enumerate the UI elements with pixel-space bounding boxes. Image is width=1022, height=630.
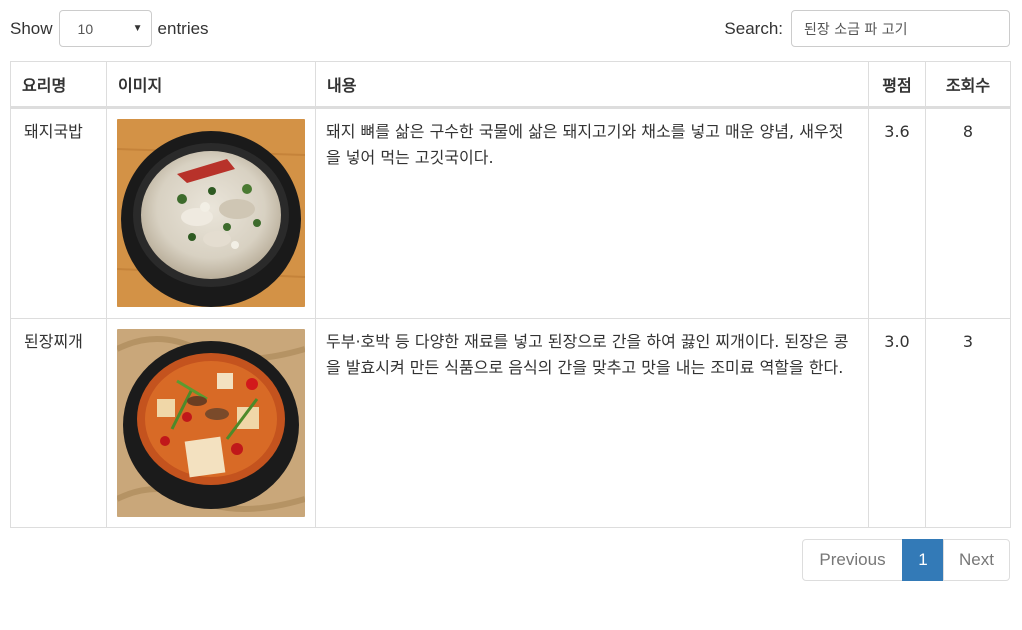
next-page-button[interactable]: Next — [943, 539, 1010, 581]
dish-rating: 3.6 — [868, 107, 926, 319]
previous-page-button[interactable]: Previous — [802, 539, 903, 581]
table-row: 돼지국밥 돼지 뼈를 삶은 구수한 국물에 삶은 돼지고기와 채소를 넣고 매운… — [10, 107, 1011, 319]
entries-select-value: 10 — [77, 20, 94, 37]
page-1-button[interactable]: 1 — [902, 539, 944, 581]
dish-description: 두부·호박 등 다양한 재료를 넣고 된장으로 간을 하여 끓인 찌개이다. 된… — [315, 318, 869, 528]
pork-soup-photo — [117, 119, 305, 307]
column-header-image[interactable]: 이미지 — [106, 61, 316, 109]
entries-length-control: Show 10 ▼ entries — [10, 10, 209, 47]
dish-views: 8 — [925, 107, 1011, 319]
column-header-description[interactable]: 내용 — [315, 61, 869, 109]
dish-description: 돼지 뼈를 삶은 구수한 국물에 삶은 돼지고기와 채소를 넣고 매운 양념, … — [315, 107, 869, 319]
dish-name: 돼지국밥 — [10, 107, 107, 319]
entries-select[interactable]: 10 ▼ — [58, 10, 152, 47]
entries-label: entries — [157, 18, 209, 38]
dish-name: 된장찌개 — [10, 318, 107, 528]
table-row: 된장찌개 두부·호박 등 다양한 재료를 넣고 된장으로 간을 하여 끓인 찌개… — [10, 318, 1011, 528]
pagination: Previous 1 Next — [802, 539, 1010, 581]
datatable-wrapper: Show 10 ▼ entries Search: 요리명 이미지 내용 평점 … — [0, 0, 1022, 630]
dish-views: 3 — [925, 318, 1011, 528]
table-header-row: 요리명 이미지 내용 평점 조회수 — [10, 61, 1011, 109]
chevron-down-icon: ▼ — [132, 23, 143, 34]
search-input[interactable] — [791, 10, 1010, 47]
search-label: Search: — [724, 18, 783, 38]
column-header-name[interactable]: 요리명 — [10, 61, 107, 109]
recipe-table: 요리명 이미지 내용 평점 조회수 돼지국밥 돼지 뼈를 삶은 구수한 국물에 … — [10, 61, 1011, 528]
dish-rating: 3.0 — [868, 318, 926, 528]
column-header-rating[interactable]: 평점 — [868, 61, 926, 109]
show-label: Show — [10, 18, 53, 38]
column-header-views[interactable]: 조회수 — [925, 61, 1011, 109]
soybean-stew-photo — [117, 329, 305, 517]
dish-image-cell — [106, 318, 316, 528]
dish-image-cell — [106, 107, 316, 319]
search-filter: Search: — [724, 10, 1010, 47]
